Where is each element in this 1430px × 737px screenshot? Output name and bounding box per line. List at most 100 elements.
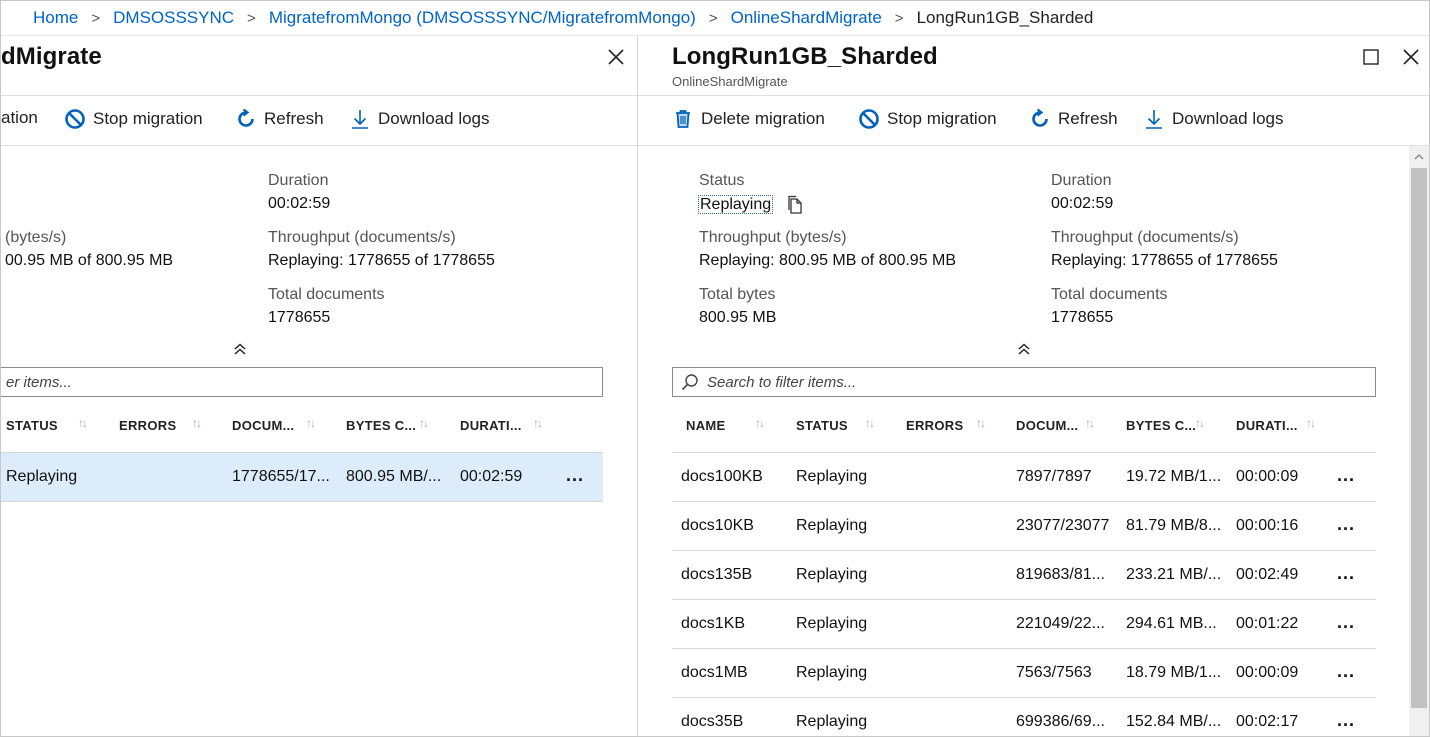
row-documents: 1778655/17... — [232, 468, 330, 485]
more-actions-button[interactable]: ... — [1337, 514, 1355, 535]
sort-arrows-icon[interactable]: ↑↓ — [1195, 416, 1205, 430]
more-actions-button[interactable]: ... — [1337, 710, 1355, 731]
row-status: Replaying — [796, 615, 868, 632]
table-row[interactable]: docs35B Replaying 699386/69... 152.84 MB/..… — [672, 698, 1376, 736]
column-duration[interactable]: DURATI... — [1236, 418, 1298, 433]
row-documents: 23077/23077 — [1016, 517, 1110, 534]
table-row[interactable]: docs135B Replaying 819683/81... 233.21 MB/.… — [672, 551, 1376, 600]
status-value[interactable]: Replaying — [698, 195, 774, 215]
row-status: Replaying — [796, 468, 868, 485]
delete-migration-button[interactable]: Delete migration — [672, 108, 825, 130]
column-status[interactable]: STATUS — [6, 418, 58, 433]
table-row[interactable]: docs100KB Replaying 7897/7897 19.72 MB/1...… — [672, 453, 1376, 502]
stop-migration-label: Stop migration — [887, 109, 997, 128]
status-property: Status Replaying — [698, 172, 806, 219]
column-bytes[interactable]: BYTES C... — [346, 418, 416, 433]
breadcrumb-onlineshardmigrate[interactable]: OnlineShardMigrate — [731, 8, 882, 28]
sort-arrows-icon[interactable]: ↑↓ — [306, 416, 316, 430]
double-chevron-up-icon[interactable] — [1016, 341, 1032, 357]
right-toolbar: Delete migration Stop migration Refresh … — [638, 95, 1429, 146]
duration-property: Duration 00:02:59 — [268, 172, 330, 219]
column-duration[interactable]: DURATI... — [460, 418, 522, 433]
total-documents-property: Total documents 1778655 — [268, 286, 385, 333]
right-blade-subtitle: OnlineShardMigrate — [672, 74, 788, 89]
left-blade-title: dMigrate — [1, 43, 102, 70]
breadcrumb-dmsosssync[interactable]: DMSOSSSYNC — [113, 8, 234, 28]
refresh-button[interactable]: Refresh — [1029, 108, 1118, 130]
row-duration: 00:02:49 — [1236, 566, 1299, 583]
row-status: Replaying — [796, 566, 868, 583]
filter-search-input[interactable]: Search to filter items... — [672, 367, 1376, 397]
left-partial-action-label: ation — [1, 108, 38, 127]
table-row[interactable]: docs1KB Replaying 221049/22... 294.61 MB...… — [672, 600, 1376, 649]
more-actions-button[interactable]: ... — [566, 465, 584, 486]
sort-arrows-icon[interactable]: ↑↓ — [976, 416, 986, 430]
sort-arrows-icon[interactable]: ↑↓ — [419, 416, 429, 430]
copy-icon[interactable] — [786, 195, 806, 215]
refresh-icon — [238, 108, 254, 127]
column-status[interactable]: STATUS — [796, 418, 848, 433]
refresh-button[interactable]: Refresh — [235, 108, 324, 130]
download-logs-button[interactable]: Download logs — [349, 108, 490, 130]
column-name[interactable]: NAME — [686, 418, 725, 433]
download-icon — [1146, 110, 1162, 129]
table-row[interactable]: docs10KB Replaying 23077/23077 81.79 MB/8..… — [672, 502, 1376, 551]
breadcrumb-migratefrommongo[interactable]: MigratefromMongo (DMSOSSSYNC/Migratefrom… — [269, 8, 696, 28]
stop-migration-button[interactable]: Stop migration — [858, 108, 997, 130]
refresh-label: Refresh — [264, 109, 324, 128]
sort-arrows-icon[interactable]: ↑↓ — [78, 416, 88, 430]
column-documents[interactable]: DOCUM... — [1016, 418, 1078, 433]
row-duration: 00:00:16 — [1236, 517, 1299, 534]
close-icon[interactable] — [605, 46, 627, 68]
column-bytes[interactable]: BYTES C... — [1126, 418, 1196, 433]
row-name: docs1KB — [681, 615, 746, 632]
total-documents-value: 1778655 — [268, 309, 331, 326]
sort-arrows-icon[interactable]: ↑↓ — [1085, 416, 1095, 430]
scrollbar-thumb[interactable] — [1411, 168, 1427, 708]
double-chevron-up-icon[interactable] — [232, 341, 248, 357]
scroll-up-arrow-icon[interactable] — [1409, 146, 1429, 168]
more-actions-button[interactable]: ... — [1337, 563, 1355, 584]
throughput-docs-property: Throughput (documents/s) Replaying: 1778… — [1051, 229, 1278, 276]
sort-arrows-icon[interactable]: ↑↓ — [865, 416, 875, 430]
filter-search-placeholder: Search to filter items... — [707, 373, 857, 391]
stop-migration-button[interactable]: Stop migration — [64, 108, 203, 130]
left-toolbar: ation Stop migration Refresh Download lo… — [1, 95, 637, 146]
row-name: docs135B — [681, 566, 753, 583]
table-row[interactable]: docs1MB Replaying 7563/7563 18.79 MB/1... 00… — [672, 649, 1376, 698]
filter-search-input[interactable]: er items... — [1, 367, 603, 397]
more-actions-button[interactable]: ... — [1337, 465, 1355, 486]
throughput-docs-value: Replaying: 1778655 of 1778655 — [268, 252, 495, 269]
maximize-icon[interactable] — [1360, 46, 1382, 68]
close-icon[interactable] — [1400, 46, 1422, 68]
stop-circle-icon — [859, 109, 879, 129]
status-value-row: Replaying — [698, 195, 806, 219]
sort-arrows-icon[interactable]: ↑↓ — [533, 416, 543, 430]
row-documents: 7563/7563 — [1016, 664, 1092, 681]
left-migration-grid: STATUS ↑↓ ERRORS ↑↓ DOCUM... ↑↓ BYTES C.… — [1, 401, 603, 502]
more-actions-button[interactable]: ... — [1337, 612, 1355, 633]
refresh-icon — [1032, 108, 1048, 127]
breadcrumb-home[interactable]: Home — [33, 8, 78, 28]
table-row[interactable]: Replaying 1778655/17... 800.95 MB/... 00… — [1, 453, 603, 502]
left-partial-action-button[interactable]: ation — [1, 108, 38, 128]
vertical-scrollbar[interactable] — [1409, 146, 1429, 736]
breadcrumb: Home > DMSOSSSYNC > MigratefromMongo (DM… — [1, 1, 1429, 36]
refresh-label: Refresh — [1058, 109, 1118, 128]
row-duration: 00:00:09 — [1236, 468, 1299, 485]
column-documents[interactable]: DOCUM... — [232, 418, 294, 433]
sort-arrows-icon[interactable]: ↑↓ — [1306, 416, 1316, 430]
throughput-docs-value: Replaying: 1778655 of 1778655 — [1051, 252, 1278, 269]
row-duration: 00:02:17 — [1236, 713, 1299, 730]
column-errors[interactable]: ERRORS — [119, 418, 176, 433]
duration-value: 00:02:59 — [268, 195, 331, 212]
column-errors[interactable]: ERRORS — [906, 418, 963, 433]
total-bytes-property: Total bytes 800.95 MB — [699, 286, 776, 333]
sort-arrows-icon[interactable]: ↑↓ — [755, 416, 765, 430]
download-logs-button[interactable]: Download logs — [1143, 108, 1284, 130]
row-name: docs35B — [681, 713, 744, 730]
row-name: docs1MB — [681, 664, 748, 681]
download-logs-label: Download logs — [378, 109, 490, 128]
more-actions-button[interactable]: ... — [1337, 661, 1355, 682]
sort-arrows-icon[interactable]: ↑↓ — [192, 416, 202, 430]
